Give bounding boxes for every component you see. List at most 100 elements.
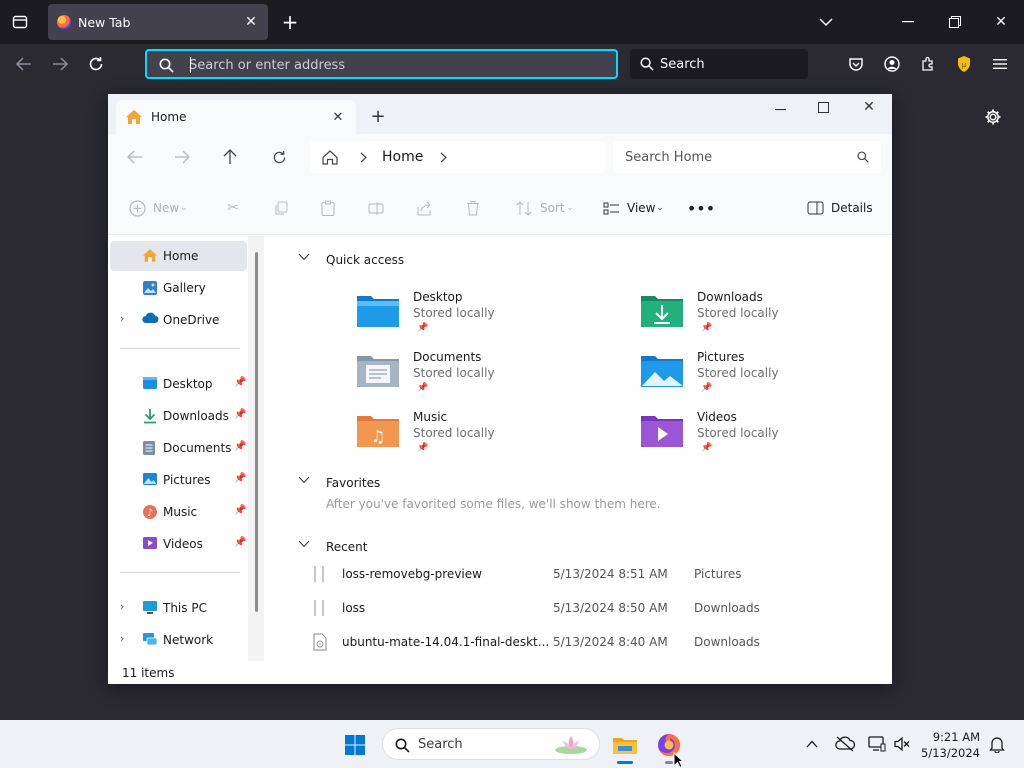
- browser-search-box[interactable]: Search: [630, 49, 808, 79]
- explorer-tab[interactable]: Home ✕: [116, 100, 356, 134]
- start-icon[interactable]: [342, 732, 368, 758]
- tab-close-icon[interactable]: ✕: [242, 13, 260, 31]
- pin-icon[interactable]: 📌: [417, 383, 428, 393]
- quick-access-documents[interactable]: Documents Stored locally 📌: [356, 348, 616, 400]
- recent-file-row[interactable]: loss 5/13/2024 8:50 AM Downloads: [312, 593, 872, 623]
- chevron-right-icon[interactable]: ›: [120, 632, 124, 645]
- minimize-icon[interactable]: [768, 98, 792, 122]
- chevron-right-icon[interactable]: [356, 149, 370, 165]
- chevron-right-icon[interactable]: ›: [120, 312, 124, 325]
- quick-access-desktop[interactable]: Desktop Stored locally 📌: [356, 288, 616, 340]
- cut-icon[interactable]: ✂: [222, 198, 244, 218]
- recent-file-row[interactable]: loss-removebg-preview 5/13/2024 8:51 AM Pi…: [312, 559, 872, 589]
- sort-button[interactable]: Sort: [540, 201, 565, 215]
- chevron-down-icon[interactable]: [814, 10, 838, 34]
- ublock-shield-icon[interactable]: µ: [952, 52, 976, 76]
- new-button[interactable]: New: [153, 201, 179, 215]
- pin-icon[interactable]: 📌: [417, 443, 428, 453]
- new-tab-icon[interactable]: +: [368, 106, 388, 127]
- display-icon[interactable]: [866, 733, 888, 755]
- share-icon[interactable]: [413, 198, 435, 218]
- address-bar[interactable]: Home: [310, 141, 605, 173]
- collapse-chevron-icon[interactable]: [298, 537, 310, 551]
- pin-icon[interactable]: 📌: [234, 537, 246, 548]
- chevron-up-icon[interactable]: [802, 734, 822, 754]
- sidebar-item-documents[interactable]: Documents 📌: [110, 433, 247, 463]
- view-button[interactable]: View: [627, 201, 655, 215]
- more-options-icon[interactable]: •••: [687, 198, 715, 218]
- speaker-muted-icon[interactable]: [891, 733, 913, 755]
- pin-icon[interactable]: 📌: [234, 409, 246, 420]
- collapse-chevron-icon[interactable]: [298, 250, 310, 264]
- extensions-icon[interactable]: [916, 52, 940, 76]
- section-title-quick-access[interactable]: Quick access: [326, 253, 404, 267]
- menu-icon[interactable]: [988, 52, 1012, 76]
- quick-access-music[interactable]: ♫ Music Stored locally 📌: [356, 408, 616, 460]
- taskbar-search-box[interactable]: Search: [382, 728, 600, 760]
- sidebar-item-gallery[interactable]: Gallery: [110, 273, 247, 303]
- notifications-bell-icon[interactable]: [986, 733, 1008, 755]
- pin-icon[interactable]: 📌: [234, 473, 246, 484]
- chevron-right-icon[interactable]: ›: [120, 600, 124, 613]
- new-tab-icon[interactable]: +: [278, 10, 302, 34]
- list-all-tabs-icon[interactable]: [8, 10, 32, 34]
- pin-icon[interactable]: 📌: [234, 441, 246, 452]
- back-icon[interactable]: [12, 52, 36, 76]
- back-icon[interactable]: [120, 142, 150, 172]
- chevron-right-icon[interactable]: [436, 149, 450, 165]
- up-icon[interactable]: [215, 142, 245, 172]
- address-segment-home[interactable]: Home: [382, 149, 423, 165]
- home-outline-icon[interactable]: [320, 148, 340, 166]
- quick-access-pictures[interactable]: Pictures Stored locally 📌: [640, 348, 892, 400]
- account-icon[interactable]: [880, 52, 904, 76]
- copy-icon[interactable]: [270, 198, 292, 218]
- sidebar-item-onedrive[interactable]: › OneDrive: [110, 305, 247, 335]
- clock-date[interactable]: 5/13/2024: [916, 746, 980, 760]
- maximize-icon[interactable]: [943, 10, 967, 34]
- forward-icon[interactable]: [48, 52, 72, 76]
- pin-icon[interactable]: 📌: [701, 383, 712, 393]
- rename-icon[interactable]: [365, 198, 387, 218]
- minimize-icon[interactable]: [896, 10, 920, 34]
- recent-file-row[interactable]: ubuntu-mate-14.04.1-final-deskt... 5/13/2…: [312, 627, 872, 657]
- sidebar-item-home[interactable]: Home: [110, 241, 247, 271]
- maximize-icon[interactable]: [811, 95, 835, 119]
- quick-access-videos[interactable]: Videos Stored locally 📌: [640, 408, 892, 460]
- forward-icon[interactable]: [167, 142, 197, 172]
- tab-close-icon[interactable]: ✕: [328, 107, 348, 127]
- file-explorer-icon[interactable]: [608, 728, 642, 762]
- details-button[interactable]: Details: [831, 201, 873, 215]
- pin-icon[interactable]: 📌: [417, 323, 428, 333]
- section-title-recent[interactable]: Recent: [326, 540, 367, 554]
- pin-icon[interactable]: 📌: [701, 443, 712, 453]
- close-icon[interactable]: ✕: [857, 95, 881, 119]
- view-icon[interactable]: [600, 198, 622, 218]
- sidebar-item-music[interactable]: ♪ Music 📌: [110, 497, 247, 527]
- pin-icon[interactable]: 📌: [701, 323, 712, 333]
- sidebar-item-desktop[interactable]: Desktop 📌: [110, 369, 247, 399]
- section-title-favorites[interactable]: Favorites: [326, 476, 380, 490]
- browser-tab[interactable]: New Tab ✕: [48, 4, 268, 40]
- onedrive-offline-icon[interactable]: [834, 733, 856, 755]
- details-pane-icon[interactable]: [804, 198, 826, 218]
- refresh-icon[interactable]: [264, 142, 294, 172]
- sidebar-item-network[interactable]: › Network: [110, 625, 247, 655]
- pocket-icon[interactable]: [844, 52, 868, 76]
- sidebar-item-pictures[interactable]: Pictures 📌: [110, 465, 247, 495]
- settings-gear-icon[interactable]: [980, 104, 1006, 130]
- delete-icon[interactable]: [462, 198, 484, 218]
- explorer-search-input[interactable]: [625, 147, 835, 167]
- sidebar-item-downloads[interactable]: Downloads 📌: [110, 401, 247, 431]
- explorer-search-box[interactable]: [613, 141, 881, 173]
- pin-icon[interactable]: 📌: [234, 505, 246, 516]
- clock-time[interactable]: 9:21 AM: [916, 730, 980, 744]
- close-icon[interactable]: ✕: [989, 10, 1013, 34]
- pin-icon[interactable]: 📌: [234, 377, 246, 388]
- paste-icon[interactable]: [317, 198, 339, 218]
- sidebar-item-videos[interactable]: Videos 📌: [110, 529, 247, 559]
- quick-access-downloads[interactable]: Downloads Stored locally 📌: [640, 288, 892, 340]
- url-input[interactable]: [189, 55, 599, 75]
- sidebar-scrollbar-thumb[interactable]: [255, 252, 258, 612]
- collapse-chevron-icon[interactable]: [298, 473, 310, 487]
- sidebar-item-this-pc[interactable]: › This PC: [110, 593, 247, 623]
